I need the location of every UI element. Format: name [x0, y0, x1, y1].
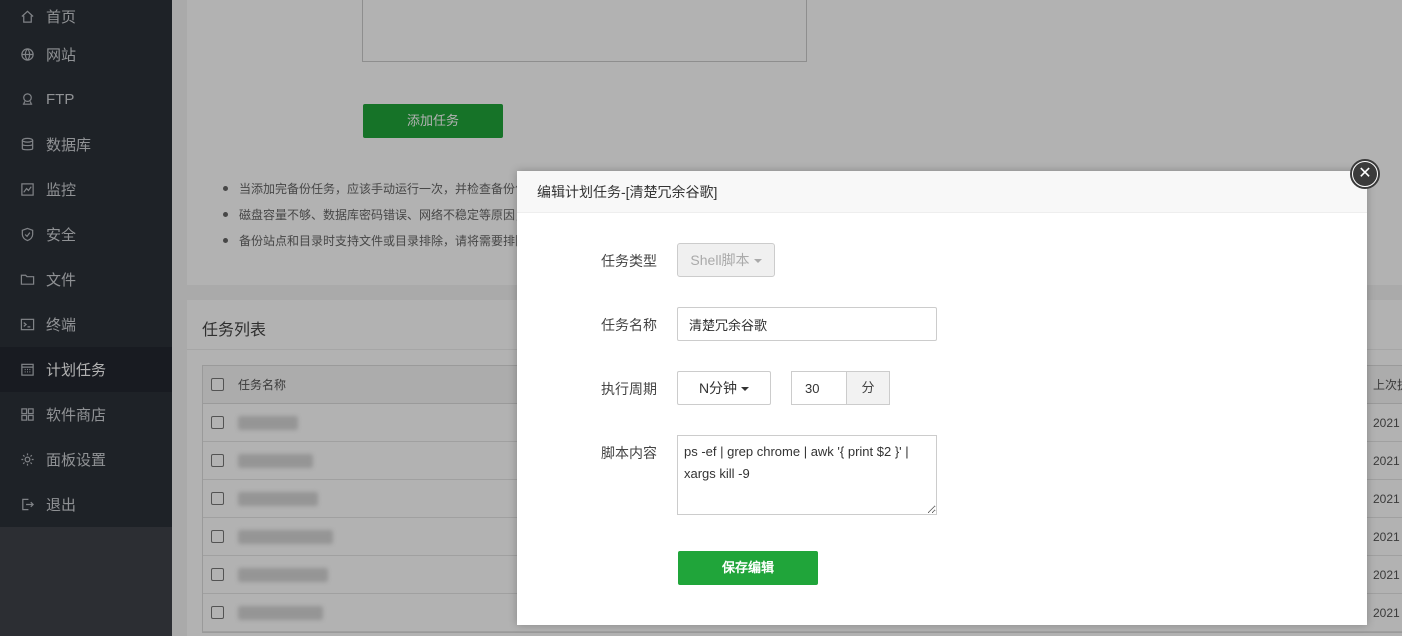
modal-title: 编辑计划任务-[清楚冗余谷歌] — [517, 171, 1367, 213]
task-type-value: Shell脚本 — [690, 252, 750, 268]
save-button[interactable]: 保存编辑 — [678, 551, 818, 585]
chevron-down-icon — [753, 259, 762, 264]
chevron-down-icon — [741, 387, 750, 392]
cycle-label: 执行周期 — [601, 381, 657, 397]
task-type-select: Shell脚本 — [677, 243, 775, 277]
minutes-input[interactable] — [791, 371, 847, 405]
minutes-unit: 分 — [846, 371, 890, 405]
edit-task-modal: 编辑计划任务-[清楚冗余谷歌] ✕ 任务类型 Shell脚本 任务名称 执行周期… — [517, 159, 1380, 625]
cycle-select[interactable]: N分钟 — [677, 371, 771, 405]
script-label: 脚本内容 — [601, 445, 657, 461]
task-name-label: 任务名称 — [601, 317, 657, 333]
close-button[interactable]: ✕ — [1350, 159, 1380, 189]
cycle-value: N分钟 — [698, 380, 738, 396]
task-type-label: 任务类型 — [601, 253, 657, 269]
close-icon: ✕ — [1353, 162, 1377, 186]
script-textarea[interactable]: ps -ef | grep chrome | awk '{ print $2 }… — [677, 435, 937, 515]
task-name-input[interactable] — [677, 307, 937, 341]
